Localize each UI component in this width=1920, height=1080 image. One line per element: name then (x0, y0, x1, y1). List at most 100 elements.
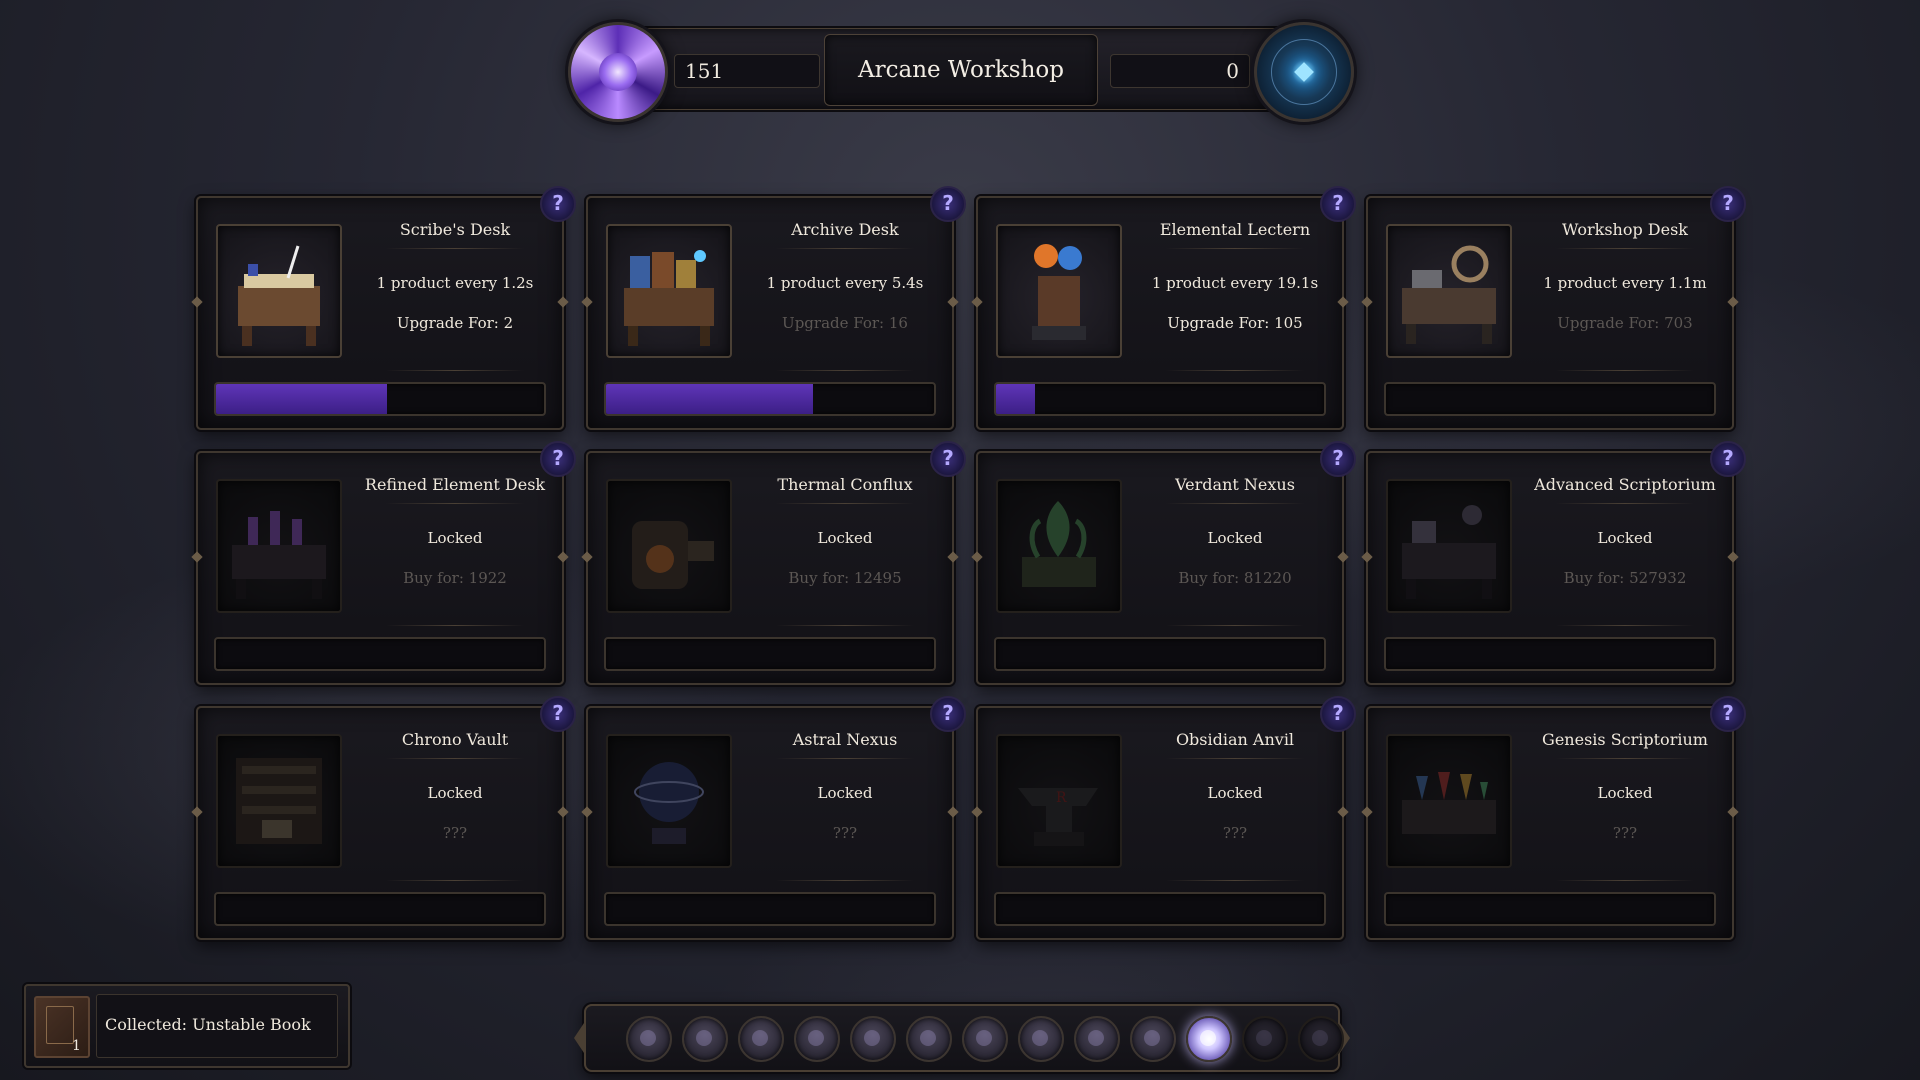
workstation-card[interactable]: ? Refined Element Desk Locked Buy for: 1… (191, 441, 576, 685)
nav-icon-4[interactable] (794, 1016, 840, 1062)
card-gem (191, 806, 203, 818)
card-divider (386, 625, 524, 626)
help-icon[interactable]: ? (930, 696, 966, 732)
nav-icon-3[interactable] (738, 1016, 784, 1062)
help-icon[interactable]: ? (540, 186, 576, 222)
nav-icon-10[interactable] (1130, 1016, 1176, 1062)
card-gem (1361, 551, 1373, 563)
card-name: Thermal Conflux (777, 475, 913, 494)
card-name: Scribe's Desk (399, 220, 511, 239)
archive-desk-icon (606, 224, 732, 358)
card-gem (1337, 806, 1349, 818)
card-price[interactable]: ??? (358, 824, 552, 842)
nav-icon-8[interactable] (1018, 1016, 1064, 1062)
help-icon[interactable]: ? (540, 696, 576, 732)
production-progress-bar (994, 892, 1326, 926)
card-status: 1 product every 5.4s (766, 274, 924, 292)
card-name: Astral Nexus (792, 730, 898, 749)
nav-icon-2[interactable] (682, 1016, 728, 1062)
workstation-card[interactable]: ? Astral Nexus Locked ??? (581, 696, 966, 940)
workstation-card[interactable]: ? Archive Desk 1 product every 5.4s Upgr… (581, 186, 966, 430)
card-gem (1727, 806, 1739, 818)
workstation-card[interactable]: ? Thermal Conflux Locked Buy for: 12495 (581, 441, 966, 685)
workstation-card[interactable]: ? Chrono Vault Locked ??? (191, 696, 576, 940)
card-price[interactable]: Buy for: 527932 (1528, 569, 1722, 587)
card-divider (386, 503, 524, 504)
nav-icon-5[interactable] (850, 1016, 896, 1062)
blue-rune-orb-icon[interactable] (1254, 22, 1354, 122)
workstation-card[interactable]: ? Genesis Scriptorium Locked ??? (1361, 696, 1746, 940)
card-status: Locked (427, 529, 483, 547)
nav-icon-7[interactable] (962, 1016, 1008, 1062)
card-divider (1166, 758, 1304, 759)
card-name: Archive Desk (791, 220, 899, 239)
workshop-desk-icon (1386, 224, 1512, 358)
card-divider (1166, 370, 1304, 371)
card-price[interactable]: Buy for: 81220 (1138, 569, 1332, 587)
card-gem (971, 551, 983, 563)
help-icon[interactable]: ? (1320, 186, 1356, 222)
nav-icon-12[interactable] (1242, 1016, 1288, 1062)
card-gem (581, 551, 593, 563)
card-gem (971, 806, 983, 818)
chrono-vault-icon (216, 734, 342, 868)
card-divider (776, 248, 914, 249)
card-divider (386, 248, 524, 249)
nav-icon-1[interactable] (626, 1016, 672, 1062)
card-gem (1361, 296, 1373, 308)
card-status: Locked (817, 784, 873, 802)
arcane-vortex-icon[interactable] (568, 22, 668, 122)
nav-icon-6[interactable] (906, 1016, 952, 1062)
help-icon[interactable]: ? (930, 186, 966, 222)
production-progress-bar (214, 382, 546, 416)
workstation-card[interactable]: ? R Obsidian Anvil Locked ??? (971, 696, 1356, 940)
card-price[interactable]: Upgrade For: 105 (1138, 314, 1332, 332)
production-progress-bar (604, 637, 936, 671)
card-name: Obsidian Anvil (1175, 730, 1295, 749)
navbar-icons (626, 1016, 1344, 1062)
production-progress-bar (604, 892, 936, 926)
card-status: Locked (1597, 784, 1653, 802)
left-resource-counter: 151 (674, 54, 820, 88)
collected-quantity: 1 (72, 1038, 81, 1054)
production-progress-bar (214, 637, 546, 671)
help-icon[interactable]: ? (540, 441, 576, 477)
card-divider (1166, 503, 1304, 504)
help-icon[interactable]: ? (1710, 441, 1746, 477)
card-divider (1166, 625, 1304, 626)
card-price[interactable]: ??? (1138, 824, 1332, 842)
help-icon[interactable]: ? (1320, 441, 1356, 477)
workstation-card[interactable]: ? Workshop Desk 1 product every 1.1m Upg… (1361, 186, 1746, 430)
workstation-card[interactable]: ? Elemental Lectern 1 product every 19.1… (971, 186, 1356, 430)
card-price[interactable]: Buy for: 12495 (748, 569, 942, 587)
card-gem (1727, 551, 1739, 563)
help-icon[interactable]: ? (1710, 696, 1746, 732)
card-divider (386, 880, 524, 881)
card-divider (1556, 625, 1694, 626)
genesis-scriptorium-icon (1386, 734, 1512, 868)
nav-icon-13[interactable] (1298, 1016, 1344, 1062)
workstation-card[interactable]: ? Scribe's Desk 1 product every 1.2s Upg… (191, 186, 576, 430)
workstation-card[interactable]: ? Advanced Scriptorium Locked Buy for: 5… (1361, 441, 1746, 685)
card-price[interactable]: Upgrade For: 2 (358, 314, 552, 332)
card-gem (191, 296, 203, 308)
card-price[interactable]: ??? (1528, 824, 1722, 842)
card-divider (776, 880, 914, 881)
nav-icon-11[interactable] (1186, 1016, 1232, 1062)
obsidian-anvil-icon: R (996, 734, 1122, 868)
card-gem (1727, 296, 1739, 308)
nav-icon-9[interactable] (1074, 1016, 1120, 1062)
card-price[interactable]: Upgrade For: 16 (748, 314, 942, 332)
card-name: Workshop Desk (1561, 220, 1688, 239)
workstation-card[interactable]: ? Verdant Nexus Locked Buy for: 81220 (971, 441, 1356, 685)
help-icon[interactable]: ? (1320, 696, 1356, 732)
card-divider (1556, 880, 1694, 881)
help-icon[interactable]: ? (1710, 186, 1746, 222)
refined-element-desk-icon (216, 479, 342, 613)
card-price[interactable]: ??? (748, 824, 942, 842)
card-name: Verdant Nexus (1175, 475, 1295, 494)
help-icon[interactable]: ? (930, 441, 966, 477)
card-gem (947, 551, 959, 563)
card-price[interactable]: Buy for: 1922 (358, 569, 552, 587)
card-price[interactable]: Upgrade For: 703 (1528, 314, 1722, 332)
